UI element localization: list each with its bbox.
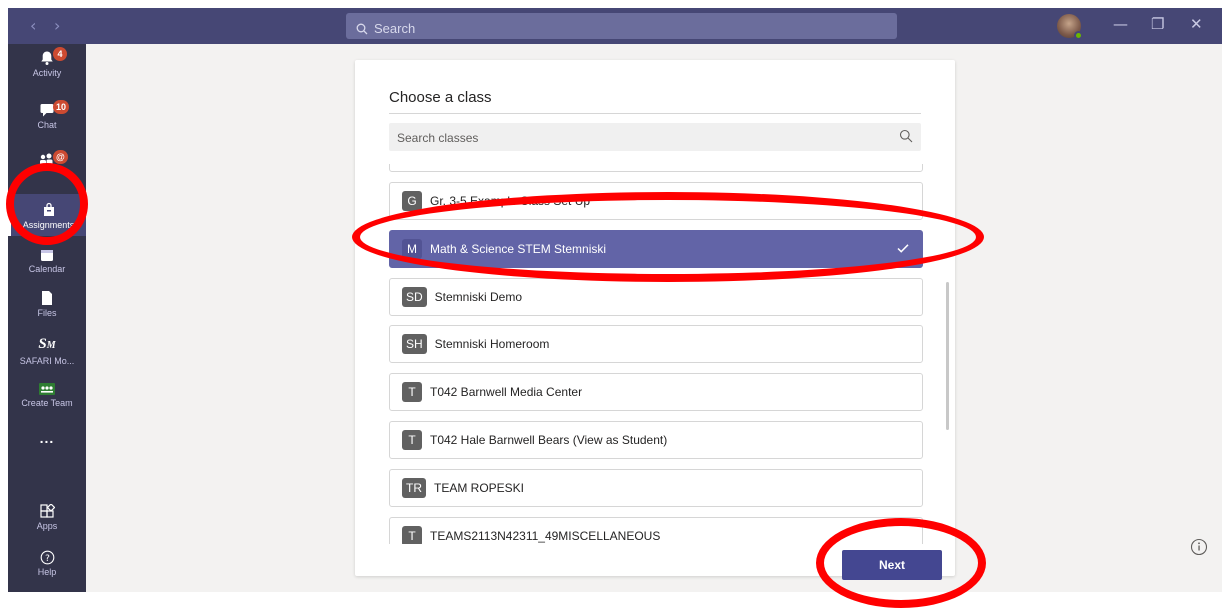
class-list-scrollbar[interactable] xyxy=(946,282,949,430)
forward-button[interactable]: › xyxy=(54,16,60,35)
class-list: G Gr. 3-5 Example Class Set Up M Math & … xyxy=(389,164,929,544)
global-search-input[interactable]: Search xyxy=(346,13,897,39)
list-item[interactable]: TR TEAM ROPESKI xyxy=(389,469,923,507)
list-item[interactable]: T T042 Hale Barnwell Bears (View as Stud… xyxy=(389,421,923,459)
choose-class-dialog: Choose a class Search classes G Gr. 3-5 … xyxy=(355,60,955,580)
page-title: Choose a class xyxy=(389,89,492,106)
back-button[interactable]: ‹ xyxy=(30,16,36,35)
safari-montage-icon: SM xyxy=(38,336,56,352)
rail-label: Files xyxy=(37,308,57,318)
rail-create-team[interactable]: Create Team xyxy=(8,382,86,416)
class-name: Stemniski Homeroom xyxy=(434,337,550,351)
list-item[interactable]: T T042 Barnwell Media Center xyxy=(389,373,923,411)
more-icon: ... xyxy=(39,430,55,446)
search-icon xyxy=(356,23,368,34)
class-tile: T xyxy=(402,430,422,450)
calendar-icon xyxy=(41,250,53,261)
class-tile: G xyxy=(402,191,422,211)
minimize-button[interactable]: — xyxy=(1113,15,1128,33)
activity-badge: 4 xyxy=(53,47,67,61)
rail-label: Calendar xyxy=(28,264,66,274)
teams-window: ‹ › Search — ❐ ✕ 4 Activity 10 Chat @ As… xyxy=(8,8,1222,592)
class-name: TEAM ROPESKI xyxy=(434,481,525,495)
list-item[interactable] xyxy=(389,164,923,172)
global-search-placeholder: Search xyxy=(374,21,416,36)
class-search-input[interactable]: Search classes xyxy=(389,123,921,151)
rail-label: Activity xyxy=(32,68,62,78)
svg-text:?: ? xyxy=(45,554,50,564)
close-button[interactable]: ✕ xyxy=(1190,15,1203,33)
create-team-icon xyxy=(39,383,55,395)
class-name: Gr. 3-5 Example Class Set Up xyxy=(430,194,591,208)
rail-files[interactable]: Files xyxy=(8,290,86,324)
class-tile: SH xyxy=(402,334,427,354)
class-tile: M xyxy=(402,239,422,259)
class-tile: SD xyxy=(402,287,427,307)
rail-teams[interactable]: @ xyxy=(8,150,86,186)
presence-indicator xyxy=(1074,31,1083,40)
rail-label: Chat xyxy=(37,120,57,130)
rail-apps[interactable]: Apps xyxy=(8,504,86,538)
chat-badge: 10 xyxy=(53,100,70,114)
user-avatar[interactable] xyxy=(1057,14,1083,40)
files-icon xyxy=(42,291,52,305)
divider xyxy=(389,113,921,114)
class-tile: T xyxy=(402,526,422,544)
list-item-selected[interactable]: M Math & Science STEM Stemniski xyxy=(389,230,923,268)
rail-activity[interactable]: 4 Activity xyxy=(8,47,86,92)
rail-safari-montage[interactable]: SM SAFARI Mo... xyxy=(8,336,86,370)
list-item[interactable]: SD Stemniski Demo xyxy=(389,278,923,316)
class-name: Stemniski Demo xyxy=(434,290,523,304)
rail-more[interactable]: ... xyxy=(8,430,86,452)
rail-label: Create Team xyxy=(21,398,73,408)
class-name: TEAMS2113N42311_49MISCELLANEOUS xyxy=(430,529,661,543)
title-bar: ‹ › Search — ❐ ✕ xyxy=(8,8,1222,44)
rail-assignments[interactable]: Assignments xyxy=(8,194,86,236)
rail-calendar[interactable]: Calendar xyxy=(8,244,86,278)
list-item[interactable]: G Gr. 3-5 Example Class Set Up xyxy=(389,182,923,220)
info-icon[interactable] xyxy=(1190,538,1208,556)
next-button[interactable]: Next xyxy=(842,550,942,580)
rail-label: SAFARI Mo... xyxy=(19,356,75,366)
assignments-icon xyxy=(43,202,54,216)
teams-badge: @ xyxy=(53,150,68,164)
checkmark-icon xyxy=(897,244,909,253)
class-tile: TR xyxy=(402,478,426,498)
rail-chat[interactable]: 10 Chat xyxy=(8,100,86,144)
class-search-placeholder: Search classes xyxy=(397,131,479,145)
app-bar: 4 Activity 10 Chat @ Assignments Calenda… xyxy=(8,44,86,592)
class-tile: T xyxy=(402,382,422,402)
class-name: Math & Science STEM Stemniski xyxy=(430,242,607,256)
rail-help[interactable]: ? Help xyxy=(8,550,86,584)
list-item[interactable]: SH Stemniski Homeroom xyxy=(389,325,923,363)
help-icon: ? xyxy=(40,550,54,565)
class-name: T042 Hale Barnwell Bears (View as Studen… xyxy=(430,433,668,447)
rail-label: Apps xyxy=(36,521,58,531)
rail-label: Help xyxy=(37,567,57,577)
class-name: T042 Barnwell Media Center xyxy=(430,385,583,399)
maximize-button[interactable]: ❐ xyxy=(1151,15,1164,33)
apps-icon xyxy=(39,504,55,518)
list-item[interactable]: T TEAMS2113N42311_49MISCELLANEOUS xyxy=(389,517,923,544)
search-icon xyxy=(899,129,913,143)
rail-label: Assignments xyxy=(22,220,75,230)
